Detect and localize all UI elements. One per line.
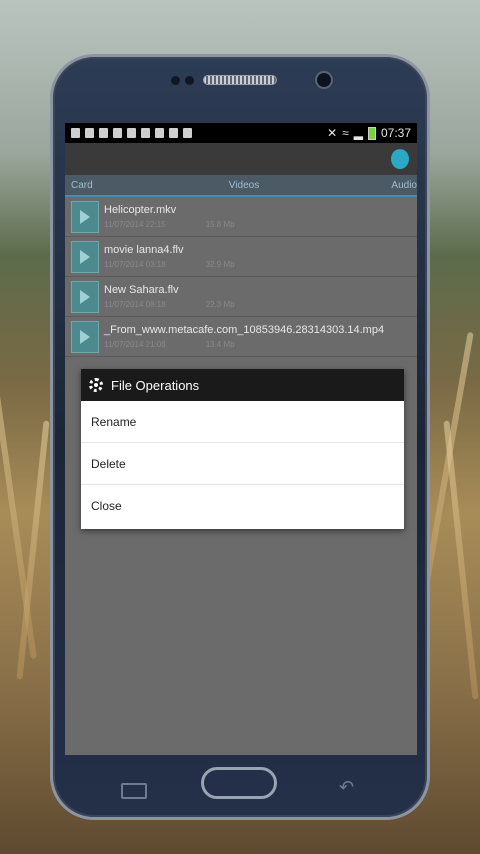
- mute-icon: ✕: [327, 126, 338, 140]
- back-button[interactable]: ↶: [339, 777, 354, 798]
- earpiece-speaker: [203, 75, 277, 85]
- hardware-nav: ↶: [53, 759, 427, 815]
- file-name: _From_www.metacafe.com_10853946.28314303…: [104, 324, 385, 336]
- video-file-icon: [71, 200, 99, 233]
- recent-apps-button[interactable]: [121, 783, 147, 799]
- file-size: 22.3 Mb: [205, 300, 235, 309]
- image-icon: [85, 128, 94, 138]
- battery-icon: [367, 126, 376, 140]
- file-name: Helicopter.mkv: [104, 204, 177, 216]
- screen: ✕ ≈ ▂ 07:37 Card Videos Audio Helicopter…: [65, 123, 417, 755]
- tab-audio[interactable]: Audio: [357, 180, 417, 191]
- file-name: New Sahara.flv: [104, 284, 179, 296]
- check-icon: [127, 128, 136, 138]
- sensor: [171, 76, 180, 85]
- list-item[interactable]: Helicopter.mkv 11/07/2014 22:15 15.8 Mb: [65, 197, 417, 237]
- dialog-title-bar: File Operations: [81, 369, 404, 401]
- delete-option[interactable]: Delete: [81, 443, 404, 485]
- tab-bar: Card Videos Audio: [65, 175, 417, 197]
- signal-icon: ▂: [353, 126, 363, 140]
- close-option[interactable]: Close: [81, 485, 404, 527]
- wheat-stalk: [443, 420, 479, 700]
- file-date: 11/07/2014 08:18: [104, 300, 166, 309]
- file-date: 11/07/2014 21:08: [104, 340, 166, 349]
- video-file-icon: [71, 280, 99, 313]
- file-operations-dialog: File Operations Rename Delete Close: [81, 369, 404, 529]
- file-date: 11/07/2014 03:18: [104, 260, 166, 269]
- home-icon[interactable]: [391, 149, 409, 169]
- file-list: Helicopter.mkv 11/07/2014 22:15 15.8 Mb m…: [65, 197, 417, 357]
- video-file-icon: [71, 240, 99, 273]
- list-item[interactable]: _From_www.metacafe.com_10853946.28314303…: [65, 317, 417, 357]
- home-button[interactable]: [201, 767, 277, 799]
- status-bar: ✕ ≈ ▂ 07:37: [65, 123, 417, 143]
- rename-option[interactable]: Rename: [81, 401, 404, 443]
- check-icon: [169, 128, 178, 138]
- gear-icon: [89, 378, 103, 392]
- notification-icon: [71, 128, 80, 138]
- list-item[interactable]: movie lanna4.flv 11/07/2014 03:18 32.9 Mb: [65, 237, 417, 277]
- list-item[interactable]: New Sahara.flv 11/07/2014 08:18 22.3 Mb: [65, 277, 417, 317]
- tab-videos[interactable]: Videos: [131, 180, 357, 191]
- check-icon: [155, 128, 164, 138]
- video-file-icon: [71, 320, 99, 353]
- check-icon: [141, 128, 150, 138]
- check-icon: [183, 128, 192, 138]
- file-date: 11/07/2014 22:15: [104, 220, 166, 229]
- file-size: 32.9 Mb: [205, 260, 235, 269]
- phone-frame: ✕ ≈ ▂ 07:37 Card Videos Audio Helicopter…: [50, 54, 430, 820]
- sensor: [185, 76, 194, 85]
- status-time: 07:37: [380, 126, 411, 140]
- download-icon: [99, 128, 108, 138]
- dialog-title: File Operations: [111, 377, 200, 393]
- wheat-stalk: [0, 361, 37, 659]
- file-name: movie lanna4.flv: [104, 244, 184, 256]
- file-size: 13.4 Mb: [205, 340, 235, 349]
- wifi-icon: ≈: [342, 126, 349, 140]
- action-bar: [65, 143, 417, 175]
- file-size: 15.8 Mb: [205, 220, 235, 229]
- check-icon: [113, 128, 122, 138]
- front-camera: [315, 71, 333, 89]
- tab-card[interactable]: Card: [71, 180, 131, 191]
